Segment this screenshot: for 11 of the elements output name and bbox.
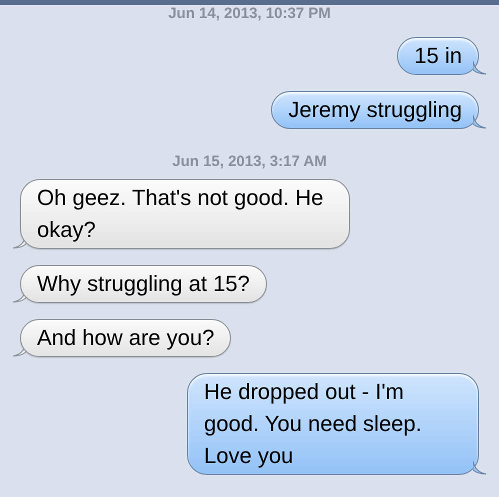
timestamp: Jun 14, 2013, 10:37 PM [168, 5, 331, 23]
message-bubble: Why struggling at 15? [20, 265, 267, 303]
timestamp: Jun 15, 2013, 3:17 AM [172, 153, 327, 171]
message-bubble: Jeremy struggling [271, 91, 479, 129]
bubble-tail-icon [473, 61, 487, 75]
message-bubble: He dropped out - I'm good. You need sleep. Love you [187, 373, 479, 475]
message-bubble: Oh geez. That's not good. He okay? [20, 179, 350, 249]
bubble-tail-icon [473, 115, 487, 129]
message-bubble: And how are you? [20, 319, 232, 357]
bubble-tail-icon [473, 461, 487, 475]
message-bubble: 15 in [397, 37, 479, 75]
